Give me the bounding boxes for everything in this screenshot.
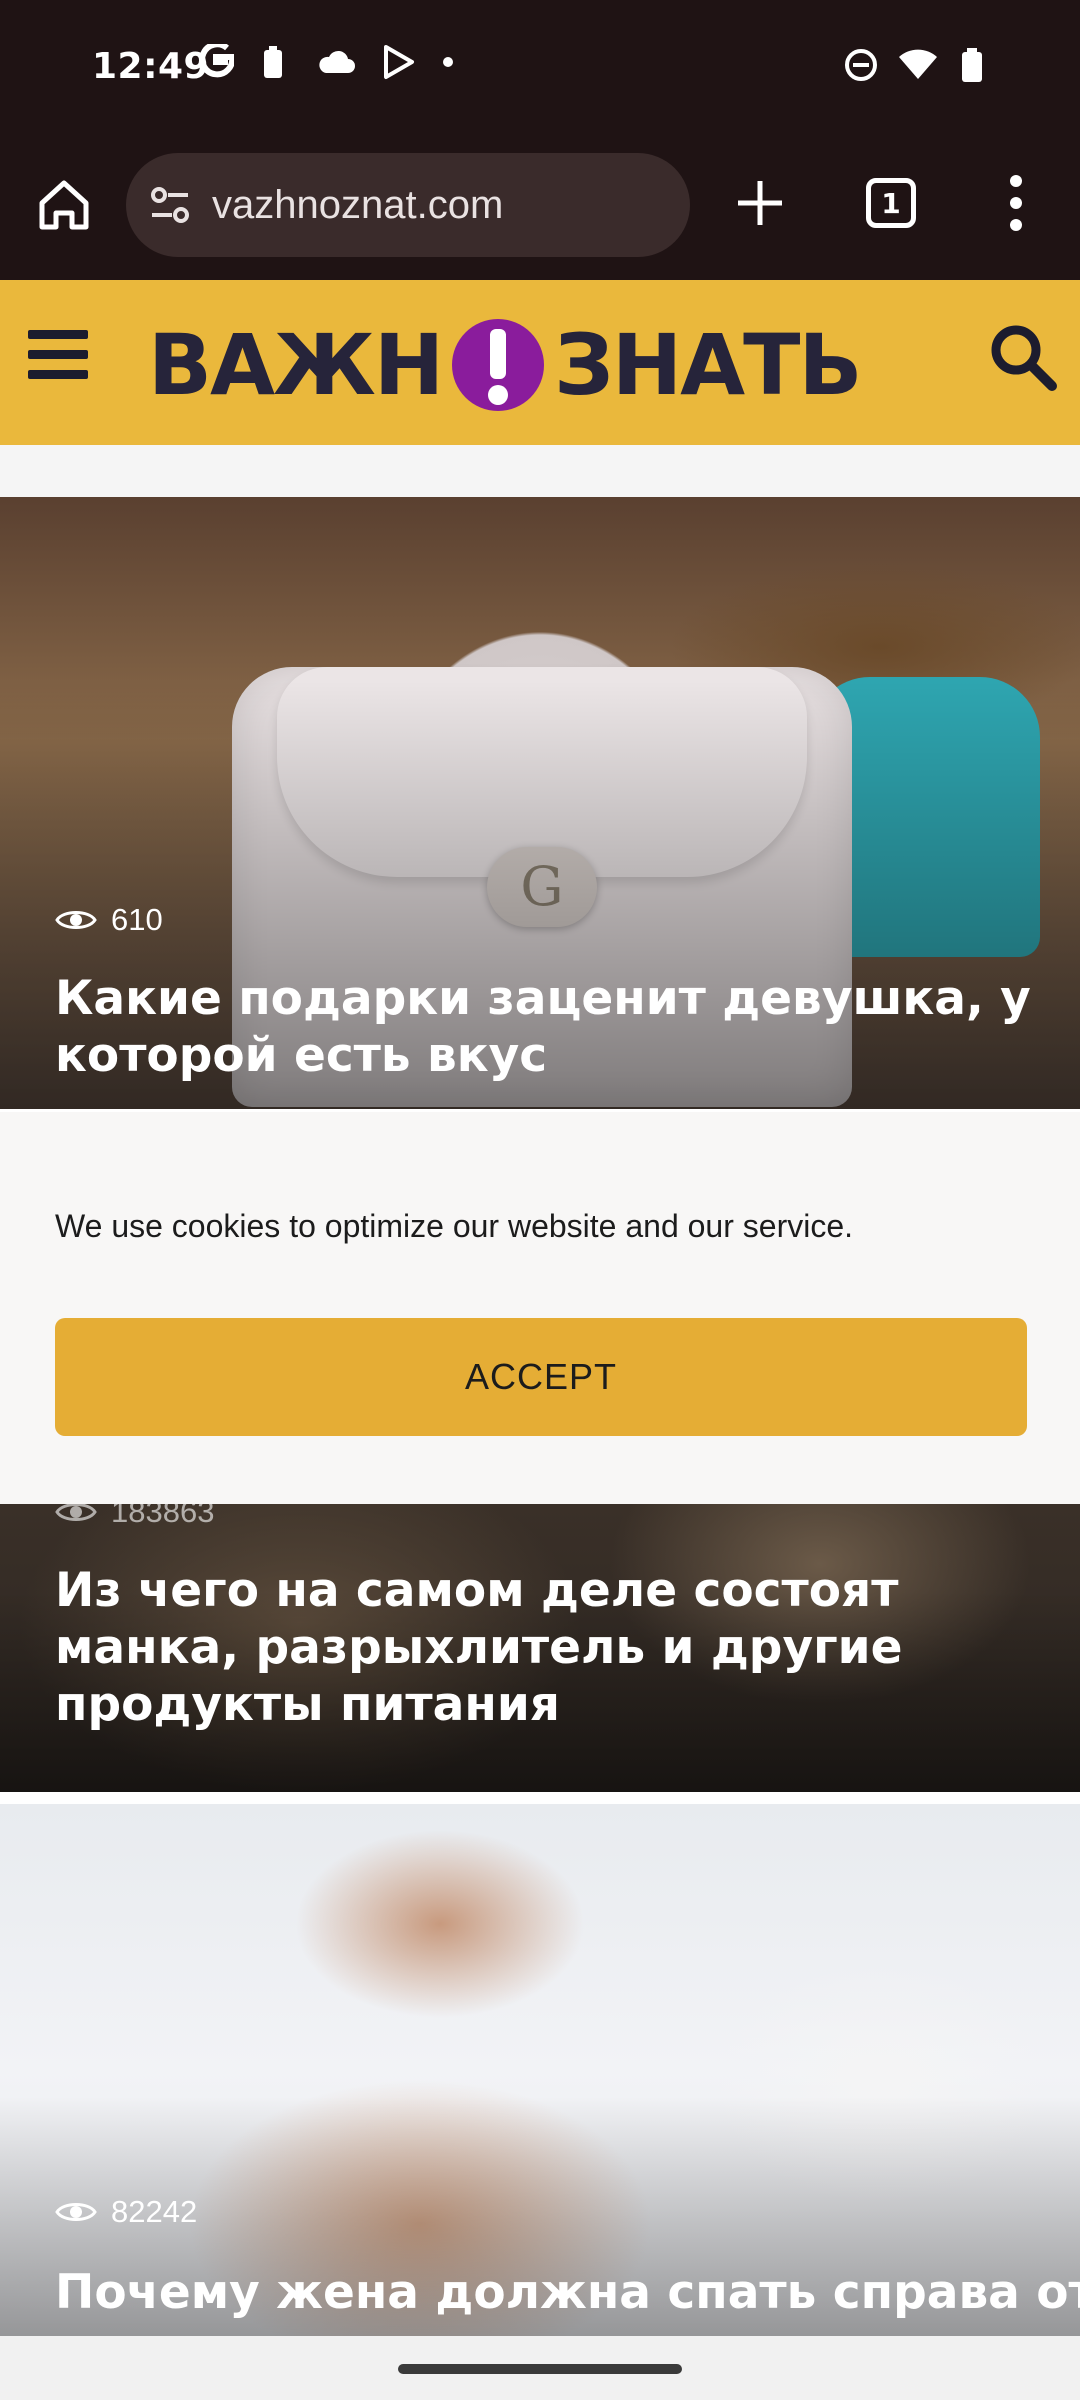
tab-count: 1 <box>881 186 901 220</box>
search-icon[interactable] <box>986 320 1062 396</box>
cloud-icon <box>319 50 355 73</box>
wifi-icon <box>899 49 937 79</box>
view-count: 183863 <box>55 1504 214 1530</box>
header-spacer <box>0 445 1080 497</box>
article-card[interactable]: 82242 Почему жена должна спать справа от <box>0 1804 1080 2336</box>
eye-icon <box>55 2203 97 2221</box>
site-settings-icon[interactable] <box>146 181 194 229</box>
logo-exclamation-icon <box>452 319 545 411</box>
browser-toolbar: vazhnoznat.com 1 <box>0 135 1080 280</box>
article-title[interactable]: Какие подарки заценит девушка, у которой… <box>55 970 1035 1084</box>
view-count: 82242 <box>55 2194 197 2230</box>
article-title[interactable]: Из чего на самом деле состоят манка, раз… <box>55 1562 1035 1733</box>
url-text: vazhnoznat.com <box>212 182 504 227</box>
menu-icon[interactable] <box>28 330 88 386</box>
more-options-icon[interactable] <box>1004 173 1028 233</box>
view-count-value: 183863 <box>111 1504 215 1529</box>
site-logo[interactable]: ВАЖН ЗНАТЬ <box>148 310 862 420</box>
card-divider <box>0 1792 1080 1804</box>
view-count: 610 <box>55 902 163 938</box>
accept-cookies-button[interactable]: ACCEPT <box>55 1318 1027 1436</box>
status-time: 12:49 <box>92 46 210 87</box>
home-icon[interactable] <box>34 175 94 235</box>
address-bar[interactable]: vazhnoznat.com <box>126 153 690 257</box>
google-icon <box>199 44 234 78</box>
article-card[interactable]: G 610 Какие подарки заценит девушка, у к… <box>0 497 1080 1109</box>
status-icons-left <box>198 44 454 80</box>
home-gesture-handle[interactable] <box>398 2364 682 2374</box>
view-count-value: 82242 <box>111 2194 198 2229</box>
gesture-nav-bar <box>0 2336 1080 2400</box>
dnd-icon <box>845 49 877 81</box>
logo-text-right: ЗНАТЬ <box>554 316 862 414</box>
article-title[interactable]: Почему жена должна спать справа от <box>55 2264 1080 2321</box>
article-card[interactable]: 183863 Из чего на самом деле состоят ман… <box>0 1504 1080 1792</box>
status-icons-right <box>844 46 988 84</box>
play-store-icon <box>384 45 414 79</box>
battery-icon <box>962 48 982 82</box>
dot-icon <box>443 57 453 67</box>
site-header: ВАЖН ЗНАТЬ <box>0 280 1080 445</box>
logo-text-left: ВАЖН <box>148 316 444 414</box>
status-bar: 12:49 <box>0 0 1080 135</box>
tab-switcher-button[interactable]: 1 <box>866 178 916 228</box>
new-tab-icon[interactable] <box>730 173 790 233</box>
view-count-value: 610 <box>111 902 163 937</box>
eye-icon <box>55 1504 97 1521</box>
cookie-message: We use cookies to optimize our website a… <box>55 1208 854 1244</box>
eye-icon <box>55 911 97 929</box>
battery-saver-icon <box>264 46 282 78</box>
cookie-banner: We use cookies to optimize our website a… <box>0 1112 1080 1504</box>
